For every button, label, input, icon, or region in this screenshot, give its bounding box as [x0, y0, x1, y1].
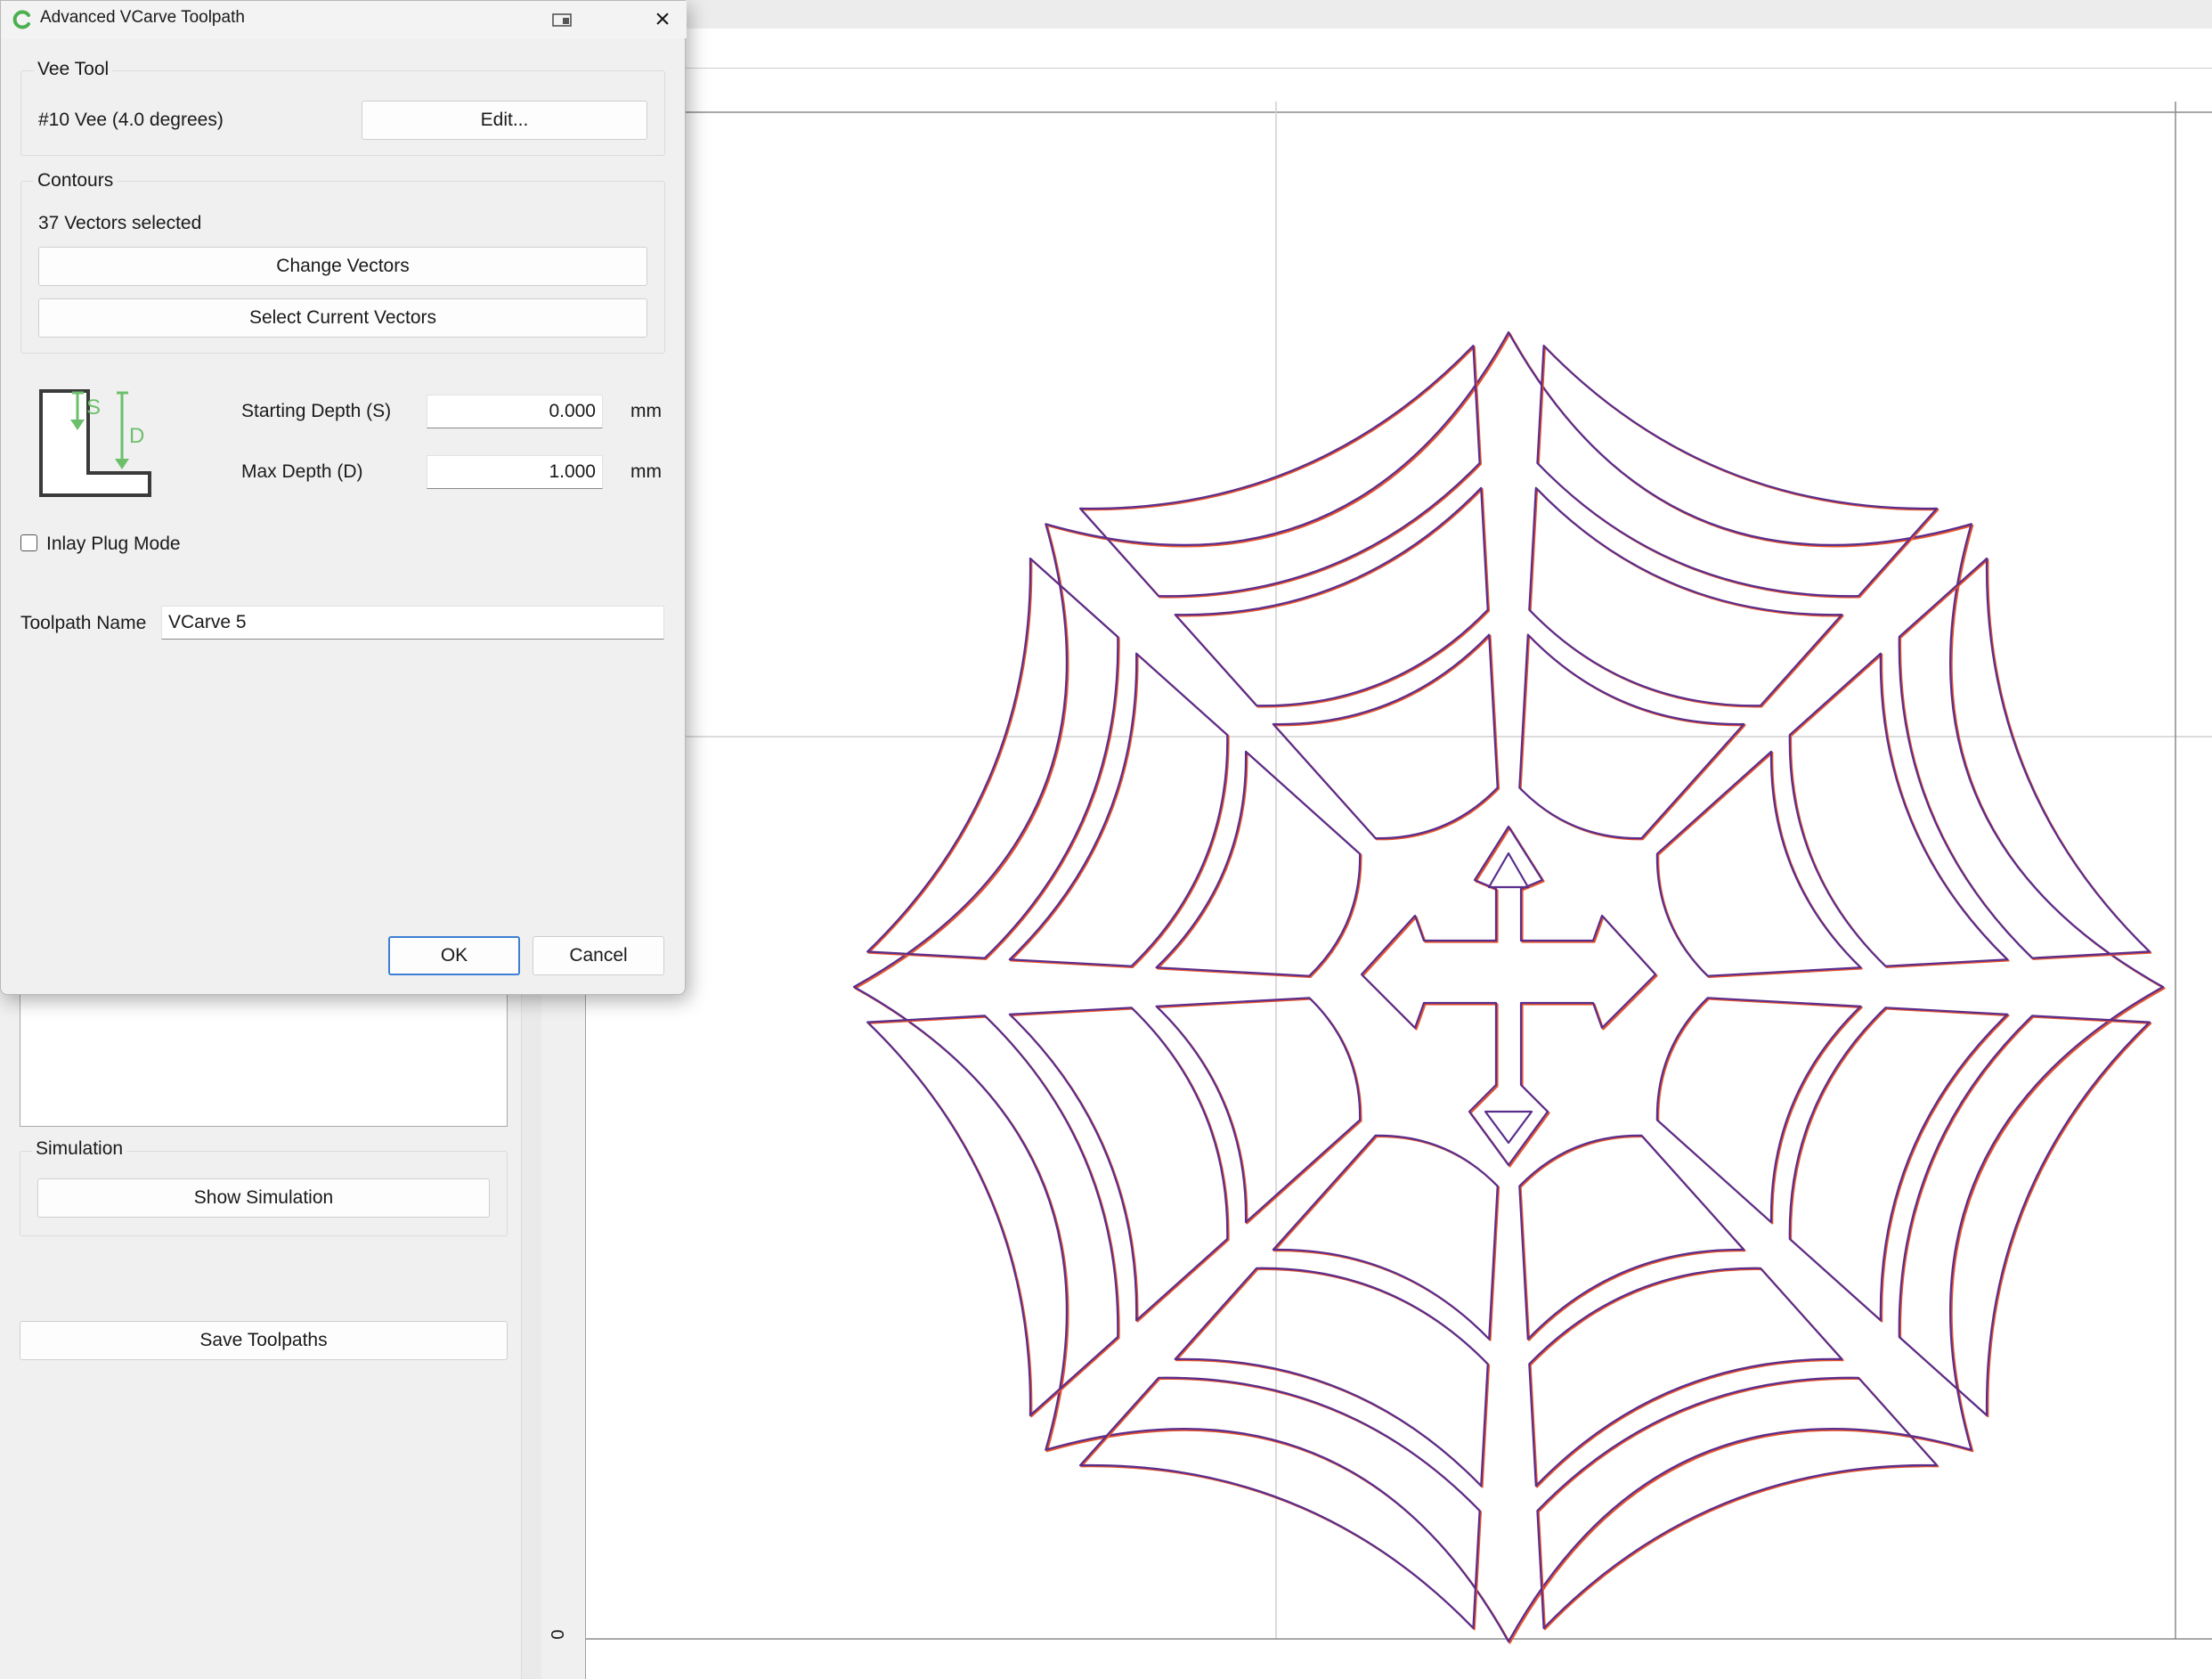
- cross-detail: [1484, 852, 1533, 1145]
- close-icon[interactable]: ×: [649, 6, 676, 33]
- web-cell-toolpath: [1175, 1267, 1491, 1488]
- show-simulation-button[interactable]: Show Simulation: [37, 1178, 490, 1218]
- cross-toolpath: [1362, 827, 1658, 1168]
- select-current-vectors-button[interactable]: Select Current Vectors: [38, 298, 647, 338]
- web-cell-toolpath: [1519, 1135, 1746, 1341]
- diagram-s-label: S: [86, 395, 101, 420]
- web-cell: [1528, 486, 1843, 707]
- web-cell-toolpath: [1156, 751, 1362, 979]
- web-cell-toolpath: [1529, 487, 1844, 708]
- web-cell-toolpath: [1080, 346, 1482, 599]
- web-cell-toolpath: [1080, 1377, 1482, 1631]
- web-cell-toolpath: [1156, 998, 1362, 1225]
- horizontal-ruler: [586, 29, 2212, 69]
- starting-depth-label: Starting Depth (S): [241, 401, 392, 421]
- web-cell: [1174, 486, 1489, 707]
- web-cell: [1008, 652, 1229, 967]
- vee-tool-group-title: Vee Tool: [34, 59, 113, 80]
- dialog-title: Advanced VCarve Toolpath: [40, 8, 245, 27]
- web-cell-toolpath: [1899, 1015, 2152, 1418]
- simulation-group-title: Simulation: [32, 1138, 127, 1160]
- web-cell-toolpath: [1789, 1007, 2010, 1323]
- web-cell: [1788, 652, 2009, 967]
- toolpath-list[interactable]: [20, 984, 508, 1127]
- web-cell-toolpath: [1537, 346, 1940, 599]
- web-outline-toolpath: [854, 332, 2166, 1644]
- web-cell-toolpath: [1899, 558, 2152, 960]
- web-cell-toolpath: [1009, 1007, 1230, 1323]
- inlay-plug-mode-checkbox[interactable]: [20, 534, 37, 551]
- web-cell: [1174, 1267, 1489, 1487]
- vectors-selected-status: 37 Vectors selected: [38, 213, 202, 233]
- web-cell: [1536, 1376, 1939, 1629]
- web-cell-toolpath: [1519, 634, 1746, 841]
- web-cell: [1655, 750, 1862, 977]
- web-cell-toolpath: [1529, 1267, 1844, 1488]
- web-cell: [1655, 997, 1862, 1224]
- ok-button[interactable]: OK: [388, 936, 520, 975]
- max-depth-label: Max Depth (D): [241, 461, 363, 482]
- starting-depth-input[interactable]: 0.000: [427, 395, 603, 428]
- web-cell: [866, 1015, 1119, 1417]
- restore-window-icon[interactable]: [551, 10, 574, 29]
- diagram-d-label: D: [129, 424, 144, 448]
- ruler-origin-label: 0: [548, 1629, 568, 1640]
- contours-group-title: Contours: [34, 170, 118, 192]
- web-cell-toolpath: [1789, 653, 2010, 969]
- depth-diagram-icon: S D: [39, 389, 151, 497]
- toolpath-name-label: Toolpath Name: [20, 613, 147, 633]
- change-vectors-button[interactable]: Change Vectors: [38, 247, 647, 286]
- web-cell: [1898, 557, 2151, 959]
- cancel-button[interactable]: Cancel: [533, 936, 664, 975]
- web-cell: [1008, 1007, 1229, 1322]
- save-toolpaths-button[interactable]: Save Toolpaths: [20, 1321, 508, 1360]
- edit-tool-button[interactable]: Edit...: [362, 101, 647, 140]
- app-toolbar-strip: [686, 0, 2212, 29]
- max-depth-input[interactable]: 1.000: [427, 455, 603, 489]
- panel-scrollbar[interactable]: [521, 989, 541, 1679]
- advanced-vcarve-dialog: Advanced VCarve Toolpath × Vee Tool #10 …: [0, 0, 687, 995]
- web-cell-toolpath: [1537, 1377, 1940, 1631]
- web-cell: [1078, 345, 1481, 598]
- web-cell: [1272, 1134, 1499, 1341]
- canvas-drawing: [586, 102, 2212, 1644]
- web-cell: [1536, 345, 1939, 598]
- spider-web-drawing: [852, 330, 2166, 1644]
- toolpath-name-input[interactable]: VCarve 5: [161, 606, 664, 640]
- web-cell: [1898, 1015, 2151, 1417]
- starting-depth-unit: mm: [630, 401, 662, 421]
- web-cell-toolpath: [867, 1015, 1120, 1418]
- web-cell: [866, 557, 1119, 959]
- vee-tool-name: #10 Vee (4.0 degrees): [38, 110, 224, 130]
- web-cell-toolpath: [1273, 634, 1500, 841]
- web-cell-toolpath: [867, 558, 1120, 960]
- web-cell: [1518, 1134, 1745, 1341]
- max-depth-unit: mm: [630, 461, 662, 482]
- web-outline: [852, 330, 2165, 1643]
- web-cell: [1078, 1376, 1481, 1629]
- drawing-canvas[interactable]: [586, 29, 2212, 1679]
- cross-outline: [1360, 825, 1657, 1167]
- inlay-plug-mode-label[interactable]: Inlay Plug Mode: [46, 534, 181, 555]
- vcarve-logo-icon: [12, 10, 30, 29]
